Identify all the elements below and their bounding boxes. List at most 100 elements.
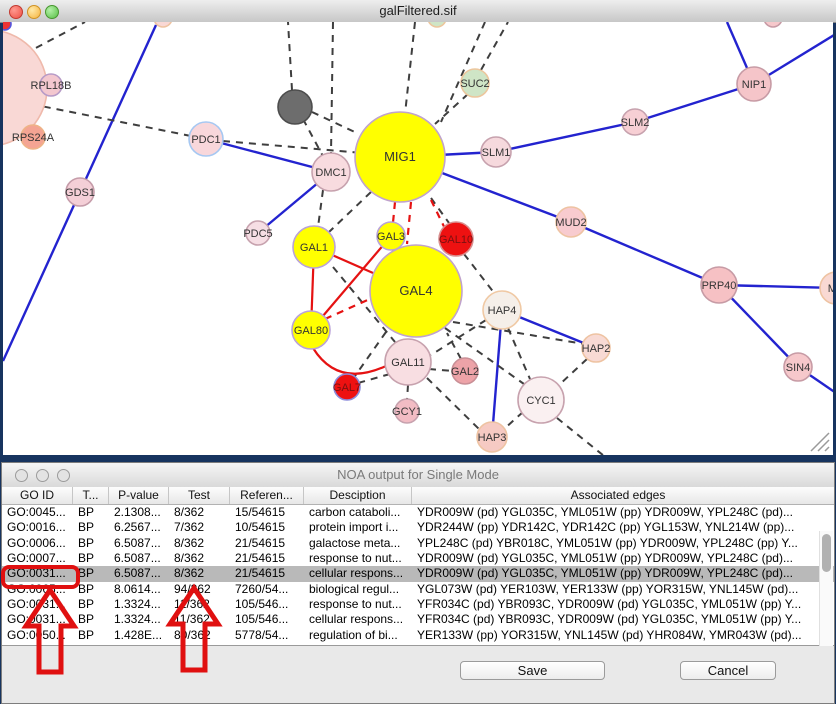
network-node[interactable] bbox=[764, 22, 782, 27]
network-edge bbox=[407, 202, 411, 244]
network-edge bbox=[559, 359, 587, 385]
column-header-go-id[interactable]: GO ID bbox=[2, 487, 73, 504]
table-cell: 8/362 bbox=[169, 536, 230, 551]
button-bar: Save Cancel bbox=[2, 646, 834, 703]
network-edge bbox=[288, 22, 292, 90]
network-node[interactable] bbox=[428, 22, 446, 27]
scrollbar-thumb[interactable] bbox=[822, 534, 831, 572]
node-label: GAL80 bbox=[294, 325, 328, 337]
table-cell: GO:0031... bbox=[2, 566, 73, 581]
table-cell: GO:0050... bbox=[2, 628, 73, 643]
screen: galFiltered.sif RPL18BRPS24AGDS1PDC1DMC1… bbox=[0, 0, 836, 704]
network-node[interactable] bbox=[278, 90, 312, 124]
column-header-referen-[interactable]: Referen... bbox=[230, 487, 304, 504]
network-edge bbox=[405, 22, 415, 114]
node-label: MS bbox=[828, 283, 833, 295]
table-cell: 8/362 bbox=[169, 505, 230, 520]
node-label: RPL18B bbox=[31, 80, 72, 92]
table-cell: 6.5087... bbox=[109, 566, 169, 581]
save-button[interactable]: Save bbox=[460, 661, 605, 680]
node-label: GDS1 bbox=[65, 187, 95, 199]
table-cell: YDR009W (pd) YGL035C, YML051W (pp) YDR00… bbox=[412, 566, 824, 581]
table-cell: galactose meta... bbox=[304, 536, 412, 551]
table-cell: GO:0065... bbox=[2, 582, 73, 597]
table-cell: 21/54615 bbox=[230, 566, 304, 581]
column-header-t-[interactable]: T... bbox=[73, 487, 109, 504]
column-header-p-value[interactable]: P-value bbox=[109, 487, 169, 504]
network-edge bbox=[313, 348, 386, 374]
noa-output-window: NOA output for Single Mode GO IDT...P-va… bbox=[1, 462, 835, 704]
table-cell: carbon cataboli... bbox=[304, 505, 412, 520]
node-label: CYC1 bbox=[526, 395, 555, 407]
window-resize-grip[interactable] bbox=[809, 431, 831, 453]
network-edge bbox=[358, 374, 390, 383]
table-cell: BP bbox=[73, 582, 109, 597]
table-cell: 6.5087... bbox=[109, 536, 169, 551]
table-cell: 10/54615 bbox=[230, 520, 304, 535]
cancel-button[interactable]: Cancel bbox=[680, 661, 776, 680]
table-row[interactable]: GO:0031...BP1.3324...11/362105/546...res… bbox=[2, 597, 834, 612]
network-edge bbox=[223, 141, 363, 153]
node-label: GAL3 bbox=[377, 231, 405, 243]
table-cell: cellular respons... bbox=[304, 566, 412, 581]
column-header-test[interactable]: Test bbox=[169, 487, 230, 504]
table-row[interactable]: GO:0006...BP6.5087...8/36221/54615galact… bbox=[2, 536, 834, 551]
table-cell: BP bbox=[73, 628, 109, 643]
network-node[interactable] bbox=[3, 22, 11, 30]
table-cell: 1.428E... bbox=[109, 628, 169, 643]
network-edge bbox=[571, 222, 719, 285]
network-graph[interactable]: RPL18BRPS24AGDS1PDC1DMC1MIG1SUC2SLM1SLM2… bbox=[3, 22, 833, 455]
table-row[interactable]: GO:0065...BP8.0614...94/3627260/54...bio… bbox=[2, 582, 834, 597]
table-cell: 8/362 bbox=[169, 551, 230, 566]
network-edge bbox=[329, 192, 371, 232]
node-label: GAL10 bbox=[439, 234, 473, 246]
table-cell: BP bbox=[73, 551, 109, 566]
table-cell: GO:0006... bbox=[2, 536, 73, 551]
table-cell: GO:0045... bbox=[2, 505, 73, 520]
node-label: PRP40 bbox=[702, 280, 737, 292]
table-cell: YPL248C (pd) YBR018C, YML051W (pp) YDR00… bbox=[412, 536, 824, 551]
table-cell: 94/362 bbox=[169, 582, 230, 597]
network-edge bbox=[508, 328, 530, 379]
network-edge bbox=[318, 190, 323, 227]
node-label: MUD2 bbox=[555, 217, 586, 229]
node-label: GAL7 bbox=[333, 382, 361, 394]
table-row[interactable]: GO:0031...BP1.3324...11/362105/546...cel… bbox=[2, 612, 834, 627]
table-row[interactable]: GO:0050...BP1.428E...80/3625778/54...reg… bbox=[2, 628, 834, 643]
network-canvas[interactable]: RPL18BRPS24AGDS1PDC1DMC1MIG1SUC2SLM1SLM2… bbox=[3, 22, 833, 455]
table-cell: 1.3324... bbox=[109, 597, 169, 612]
table-row[interactable]: GO:0031...BP6.5087...8/36221/54615cellul… bbox=[2, 566, 834, 581]
noa-window-title: NOA output for Single Mode bbox=[2, 467, 834, 482]
table-cell: GO:0031... bbox=[2, 597, 73, 612]
table-cell: GO:0016... bbox=[2, 520, 73, 535]
table-cell: BP bbox=[73, 520, 109, 535]
table-cell: 105/546... bbox=[230, 597, 304, 612]
node-label: SLM2 bbox=[621, 117, 650, 129]
network-edge bbox=[464, 254, 495, 294]
results-table-body: GO:0045...BP2.1308...8/36215/54615carbon… bbox=[2, 505, 834, 646]
network-edge bbox=[427, 378, 481, 431]
network-edge bbox=[496, 122, 635, 152]
table-row[interactable]: GO:0045...BP2.1308...8/36215/54615carbon… bbox=[2, 505, 834, 520]
table-cell: 6.2567... bbox=[109, 520, 169, 535]
network-window-titlebar[interactable]: galFiltered.sif bbox=[0, 0, 836, 23]
table-row[interactable]: GO:0007...BP6.5087...8/36221/54615respon… bbox=[2, 551, 834, 566]
network-edge bbox=[429, 369, 453, 371]
table-row[interactable]: GO:0016...BP6.2567...7/36210/54615protei… bbox=[2, 520, 834, 535]
table-cell: YER133W (pp) YOR315W, YNL145W (pd) YHR08… bbox=[412, 628, 824, 643]
node-label: NIP1 bbox=[742, 79, 766, 91]
noa-window-titlebar[interactable]: NOA output for Single Mode bbox=[2, 463, 834, 488]
node-label: DMC1 bbox=[315, 167, 346, 179]
table-cell: 7260/54... bbox=[230, 582, 304, 597]
node-label: SLM1 bbox=[482, 147, 511, 159]
network-edge bbox=[355, 332, 386, 376]
column-header-associated-edges[interactable]: Associated edges bbox=[412, 487, 824, 504]
table-cell: YGL073W (pd) YER103W, YER133W (pp) YOR31… bbox=[412, 582, 824, 597]
network-edge bbox=[303, 119, 325, 160]
column-header-desciption[interactable]: Desciption bbox=[304, 487, 412, 504]
table-cell: 21/54615 bbox=[230, 551, 304, 566]
table-cell: 8.0614... bbox=[109, 582, 169, 597]
table-cell: 15/54615 bbox=[230, 505, 304, 520]
table-cell: 11/362 bbox=[169, 612, 230, 627]
network-edge bbox=[312, 112, 359, 134]
